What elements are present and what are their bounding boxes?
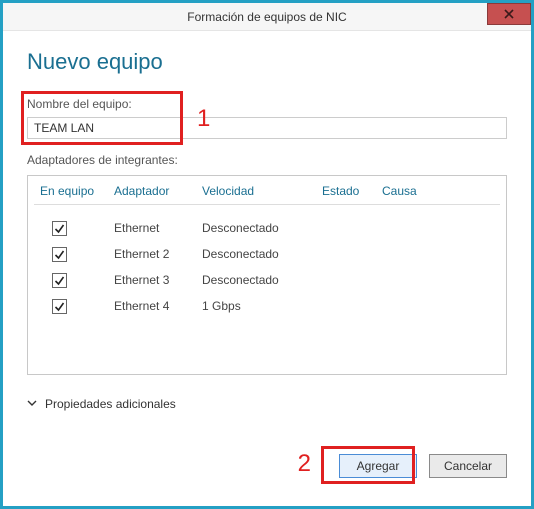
table-row[interactable]: Ethernet 3Desconectado: [34, 267, 500, 293]
check-icon: [54, 301, 65, 312]
adapter-name: Ethernet 2: [114, 247, 202, 261]
additional-properties-expander[interactable]: Propiedades adicionales: [27, 397, 507, 411]
adapter-rows: EthernetDesconectadoEthernet 2Desconecta…: [34, 215, 500, 319]
adapter-name: Ethernet: [114, 221, 202, 235]
adapter-checkbox[interactable]: [52, 299, 67, 314]
adapter-checkbox[interactable]: [52, 221, 67, 236]
adapter-name: Ethernet 4: [114, 299, 202, 313]
adapter-checkbox[interactable]: [52, 273, 67, 288]
ok-button[interactable]: Agregar: [339, 454, 417, 478]
dialog-content: Nuevo equipo Nombre del equipo: 1 Adapta…: [3, 31, 531, 506]
adapter-speed: Desconectado: [202, 247, 322, 261]
adapter-speed: 1 Gbps: [202, 299, 322, 313]
check-icon: [54, 275, 65, 286]
column-cause[interactable]: Causa: [382, 184, 442, 198]
dialog-window: Formación de equipos de NIC Nuevo equipo…: [0, 0, 534, 509]
table-row[interactable]: Ethernet 41 Gbps: [34, 293, 500, 319]
button-row: 2 Agregar Cancelar: [27, 436, 507, 496]
row-checkbox-cell: [34, 221, 114, 236]
adapter-speed: Desconectado: [202, 273, 322, 287]
members-label: Adaptadores de integrantes:: [27, 153, 507, 167]
adapters-header: En equipo Adaptador Velocidad Estado Cau…: [34, 184, 500, 205]
page-title: Nuevo equipo: [27, 49, 507, 75]
close-button[interactable]: [487, 3, 531, 25]
adapter-speed: Desconectado: [202, 221, 322, 235]
column-in-team[interactable]: En equipo: [34, 184, 114, 198]
annotation-number-2: 2: [298, 450, 311, 478]
team-name-label: Nombre del equipo:: [27, 97, 507, 111]
adapter-name: Ethernet 3: [114, 273, 202, 287]
close-icon: [504, 9, 514, 19]
team-name-input[interactable]: [27, 117, 507, 139]
column-adapter[interactable]: Adaptador: [114, 184, 202, 198]
check-icon: [54, 249, 65, 260]
adapters-list: En equipo Adaptador Velocidad Estado Cau…: [27, 175, 507, 375]
check-icon: [54, 223, 65, 234]
chevron-down-icon: [27, 397, 37, 411]
adapter-checkbox[interactable]: [52, 247, 67, 262]
titlebar: Formación de equipos de NIC: [3, 3, 531, 31]
row-checkbox-cell: [34, 247, 114, 262]
team-name-block: Nombre del equipo: 1: [27, 97, 507, 139]
table-row[interactable]: EthernetDesconectado: [34, 215, 500, 241]
row-checkbox-cell: [34, 273, 114, 288]
window-title: Formación de equipos de NIC: [187, 10, 346, 24]
additional-properties-label: Propiedades adicionales: [45, 397, 176, 411]
column-speed[interactable]: Velocidad: [202, 184, 322, 198]
row-checkbox-cell: [34, 299, 114, 314]
column-state[interactable]: Estado: [322, 184, 382, 198]
table-row[interactable]: Ethernet 2Desconectado: [34, 241, 500, 267]
cancel-button[interactable]: Cancelar: [429, 454, 507, 478]
